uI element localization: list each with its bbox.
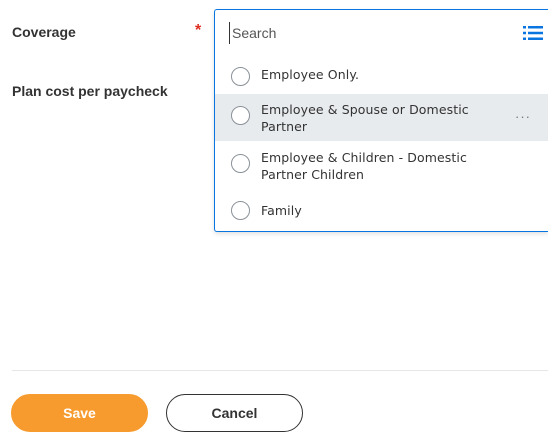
save-button[interactable]: Save <box>11 394 148 432</box>
option-employee-only[interactable]: Employee Only. <box>215 58 548 94</box>
cancel-button[interactable]: Cancel <box>166 394 303 432</box>
radio-button[interactable] <box>231 67 250 86</box>
footer-divider <box>12 370 548 371</box>
radio-button[interactable] <box>231 201 250 220</box>
radio-button[interactable] <box>231 106 250 125</box>
option-family[interactable]: Family <box>215 193 548 229</box>
option-label: Employee Only. <box>261 67 360 82</box>
search-row <box>215 10 548 55</box>
option-label: Employee & Spouse or Domestic Partner <box>261 102 469 134</box>
radio-button[interactable] <box>231 154 250 173</box>
option-label: Family <box>261 203 302 218</box>
list-icon[interactable] <box>523 25 543 41</box>
more-options-icon[interactable]: ··· <box>515 110 531 123</box>
coverage-dropdown: Employee Only. Employee & Spouse or Dome… <box>214 9 548 232</box>
option-employee-children[interactable]: Employee & Children - Domestic Partner C… <box>215 143 548 190</box>
plan-cost-label: Plan cost per paycheck <box>12 83 168 99</box>
option-label: Employee & Children - Domestic Partner C… <box>261 150 467 182</box>
coverage-label: Coverage <box>12 24 76 40</box>
required-marker: * <box>195 22 202 39</box>
option-employee-spouse[interactable]: Employee & Spouse or Domestic Partner ··… <box>215 94 548 141</box>
search-input[interactable] <box>229 22 512 44</box>
